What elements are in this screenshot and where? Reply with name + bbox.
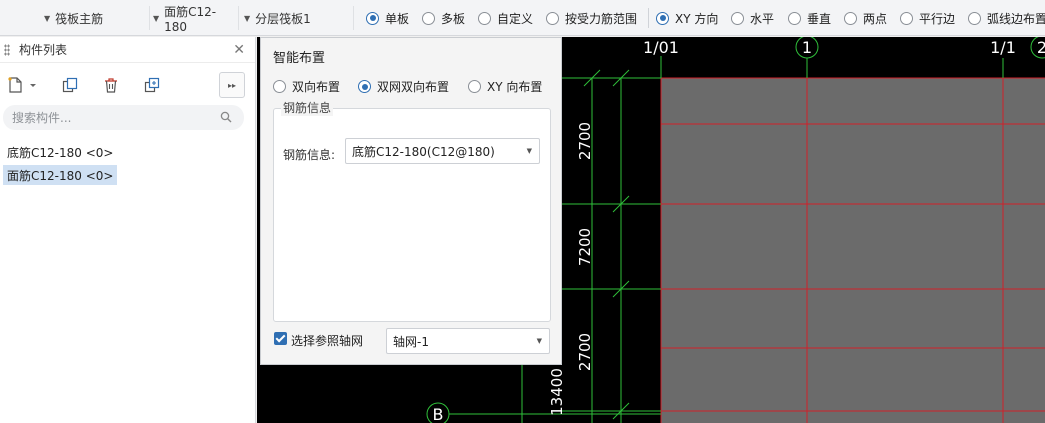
radio-indicator: [900, 11, 913, 25]
axis-label-1-1: 1/1: [990, 38, 1016, 57]
trash-icon: [105, 78, 117, 93]
radio-label: XY 方向: [675, 11, 719, 26]
close-icon[interactable]: ✕: [233, 42, 245, 58]
drag-handle-icon[interactable]: [4, 43, 10, 56]
chevron-down-icon: ▼: [244, 13, 251, 23]
radio-horizontal[interactable]: 水平: [731, 10, 774, 26]
radio-indicator: [273, 80, 286, 93]
chevron-down-icon: ▼: [536, 337, 542, 345]
axis-grid-select[interactable]: 轴网-1 ▼: [386, 328, 550, 354]
new-component-button[interactable]: [3, 72, 45, 98]
chevron-down-icon: ▼: [44, 13, 51, 23]
dimension-7200: 7200: [576, 228, 594, 266]
new-file-icon: [8, 77, 36, 93]
dropdown-label: 分层筏板1: [255, 11, 311, 26]
delete-component-button[interactable]: [98, 72, 124, 98]
chevron-down-icon: ▼: [153, 13, 160, 23]
axis-label-2: 2: [1037, 38, 1045, 57]
copy-icon: [62, 77, 78, 93]
dimension-2700-top: 2700: [576, 122, 594, 160]
radio-indicator: [731, 11, 744, 25]
axis-label-b: B: [433, 405, 444, 423]
select-value: 轴网-1: [393, 334, 429, 349]
radio-xy-layout[interactable]: XY 向布置: [468, 78, 542, 95]
radio-double-mesh-bidirectional[interactable]: 双网双向布置: [358, 78, 449, 95]
toolbar-separator: [648, 8, 649, 28]
radio-indicator: [844, 11, 857, 25]
expand-panel-button[interactable]: ▸▸: [219, 72, 245, 98]
radio-label: 按受力筋范围: [565, 11, 638, 26]
radio-label: 水平: [750, 11, 775, 26]
panel-title: 构件列表: [19, 43, 68, 57]
component-list-panel: 构件列表 ✕ ▸▸ 搜索构件... 底筋C12-180 <0> 面筋C12-18…: [0, 37, 256, 423]
dropdown-label: 筏板主筋: [55, 11, 104, 26]
radio-indicator: [366, 11, 379, 25]
chevron-down-icon: ▼: [526, 147, 532, 155]
radio-single-slab[interactable]: 单板: [366, 10, 409, 26]
list-item-label: 底筋C12-180 <0>: [7, 145, 114, 160]
radio-indicator: [422, 11, 435, 25]
radio-indicator: [546, 11, 559, 25]
toolbar: ▼ 筏板主筋 ▼ 面筋C12-180 ▼ 分层筏板1 单板 多板 自定义 按受力…: [0, 0, 1045, 36]
radio-label: 弧线边布置: [987, 11, 1045, 26]
rebar-info-select[interactable]: 底筋C12-180(C12@180) ▼: [345, 138, 540, 164]
radio-label: XY 向布置: [487, 80, 543, 94]
duplicate-layer-button[interactable]: [139, 72, 165, 98]
double-chevron-right-icon: ▸▸: [227, 80, 237, 90]
search-icon[interactable]: [220, 111, 232, 123]
rebar-info-label: 钢筋信息:: [283, 148, 336, 162]
dimension-13400: 13400: [548, 368, 566, 416]
radio-bidirectional[interactable]: 双向布置: [273, 78, 340, 95]
layer-dropdown[interactable]: ▼ 分层筏板1: [242, 6, 354, 30]
radio-indicator: [788, 11, 801, 25]
component-name-dropdown[interactable]: ▼ 面筋C12-180: [151, 5, 239, 34]
dropdown-label: 面筋C12-180: [164, 4, 217, 34]
panel-header: 构件列表: [0, 37, 255, 63]
axis-grid-checkbox-label[interactable]: 选择参照轴网: [291, 332, 363, 349]
raft-slab[interactable]: [661, 78, 1045, 423]
radio-vertical[interactable]: 垂直: [788, 10, 831, 26]
radio-indicator: [468, 80, 481, 93]
radio-two-points[interactable]: 两点: [844, 10, 887, 26]
radio-by-rebar-range[interactable]: 按受力筋范围: [546, 10, 637, 26]
smart-layout-dialog: 智能布置 双向布置 双网双向布置 XY 向布置 钢筋信息 钢筋信息: 底筋C12…: [260, 37, 562, 365]
radio-indicator: [968, 11, 981, 25]
radio-label: 垂直: [807, 11, 832, 26]
axis-label-1-01: 1/01: [643, 38, 679, 57]
dimension-2700-bottom: 2700: [576, 333, 594, 371]
copy-component-button[interactable]: [57, 72, 83, 98]
radio-label: 平行边: [919, 11, 956, 26]
radio-label: 双向布置: [292, 80, 341, 94]
radio-indicator: [478, 11, 491, 25]
radio-indicator: [656, 11, 669, 25]
radio-multi-slab[interactable]: 多板: [422, 10, 465, 26]
axis-label-1: 1: [802, 38, 812, 57]
layer-copy-icon: [144, 77, 160, 93]
list-item-label: 面筋C12-180 <0>: [7, 168, 114, 183]
radio-label: 多板: [441, 11, 466, 26]
radio-label: 单板: [385, 11, 410, 26]
search-input[interactable]: [3, 105, 244, 130]
component-type-dropdown[interactable]: ▼ 筏板主筋: [0, 6, 150, 30]
axis-grid-checkbox[interactable]: [274, 332, 287, 345]
list-item-top-rebar[interactable]: 面筋C12-180 <0>: [3, 165, 118, 185]
radio-label: 双网双向布置: [377, 80, 450, 94]
select-value: 底筋C12-180(C12@180): [352, 144, 495, 159]
group-title: 钢筋信息: [281, 99, 334, 116]
radio-label: 两点: [863, 11, 888, 26]
radio-xy-direction[interactable]: XY 方向: [656, 10, 718, 26]
radio-indicator: [358, 80, 371, 93]
radio-parallel-edge[interactable]: 平行边: [900, 10, 955, 26]
radio-custom[interactable]: 自定义: [478, 10, 533, 26]
dialog-title: 智能布置: [273, 51, 326, 66]
list-item-bottom-rebar[interactable]: 底筋C12-180 <0>: [3, 142, 117, 162]
radio-arc-edge[interactable]: 弧线边布置: [968, 10, 1045, 26]
radio-label: 自定义: [497, 11, 534, 26]
